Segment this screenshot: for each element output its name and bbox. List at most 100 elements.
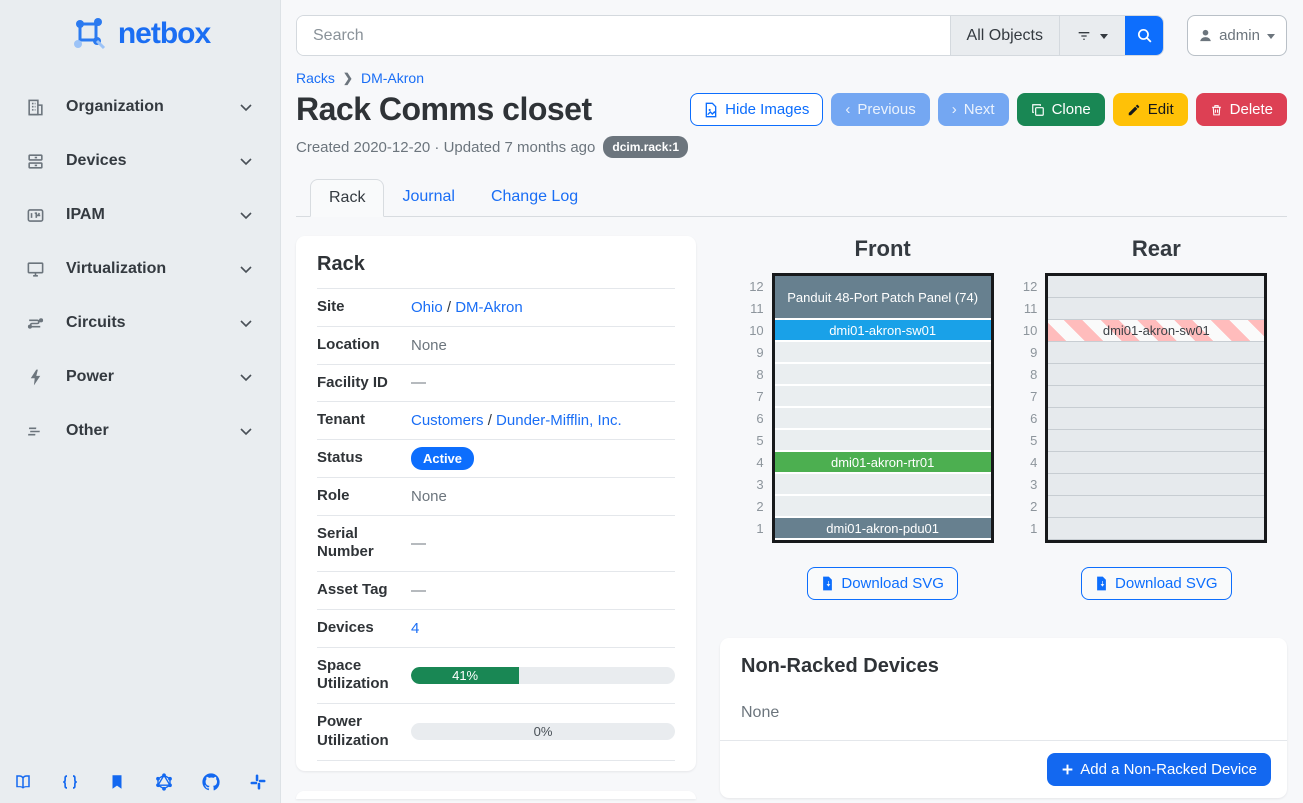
clone-label: Clone — [1052, 101, 1091, 118]
site-link[interactable]: Ohio — [411, 299, 443, 316]
sidebar-item-virtualization[interactable]: Virtualization — [0, 242, 280, 296]
docs-book-icon[interactable] — [14, 773, 32, 791]
sidebar-item-label: Organization — [66, 98, 238, 116]
attr-label: Location — [317, 336, 411, 355]
graphql-icon[interactable] — [155, 773, 173, 791]
unit-number: 1 — [740, 518, 764, 540]
user-icon — [1198, 28, 1213, 43]
next-card-partial — [296, 791, 696, 799]
attr-label: Space Utilization — [317, 657, 411, 695]
empty-rack-unit[interactable] — [1048, 386, 1264, 408]
tab-change-log[interactable]: Change Log — [473, 179, 596, 217]
add-non-racked-device-button[interactable]: Add a Non-Racked Device — [1047, 753, 1271, 786]
github-icon[interactable] — [202, 773, 220, 791]
empty-rack-unit[interactable] — [775, 364, 991, 386]
empty-rack-unit[interactable] — [775, 474, 991, 496]
empty-rack-unit[interactable] — [1048, 364, 1264, 386]
sidebar-footer-links — [0, 773, 280, 791]
empty-rack-unit[interactable] — [775, 496, 991, 518]
sidebar: netbox Organization Devices — [0, 0, 281, 803]
slack-icon[interactable] — [249, 773, 267, 791]
empty-rack-unit[interactable] — [775, 408, 991, 430]
sidebar-item-circuits[interactable]: Circuits — [0, 296, 280, 350]
rack-info-card: Rack Site Ohio / DM-Akron Location None — [296, 236, 696, 771]
rack-device-dmi01-akron-sw01[interactable]: dmi01-akron-sw01 — [1048, 320, 1264, 342]
search-input[interactable] — [297, 16, 950, 55]
global-search: All Objects — [296, 15, 1164, 56]
main-content: All Objects admin Racks ❯ DM-Akron — [281, 0, 1303, 803]
unit-number: 6 — [740, 408, 764, 430]
devices-count-link[interactable]: 4 — [411, 620, 419, 637]
attr-label: Role — [317, 487, 411, 506]
site-group-link[interactable]: DM-Akron — [455, 299, 523, 316]
sidebar-item-other[interactable]: Other — [0, 404, 280, 458]
empty-rack-unit[interactable] — [775, 342, 991, 364]
empty-rack-unit[interactable] — [1048, 298, 1264, 320]
chevron-down-icon — [238, 423, 254, 439]
action-buttons: Hide Images ‹ Previous › Next Clone Edit — [690, 93, 1287, 126]
next-label: Next — [964, 101, 995, 118]
previous-button[interactable]: ‹ Previous — [831, 93, 929, 126]
tenant-link[interactable]: Dunder-Mifflin, Inc. — [496, 412, 622, 429]
power-icon — [26, 367, 46, 387]
front-download-svg-button[interactable]: Download SVG — [807, 567, 958, 600]
tab-bar: Rack Journal Change Log — [296, 179, 1287, 217]
empty-rack-unit[interactable] — [1048, 342, 1264, 364]
rack-device-dmi01-akron-sw01[interactable]: dmi01-akron-sw01 — [775, 320, 991, 342]
unit-number: 6 — [1013, 408, 1037, 430]
breadcrumb-dm-akron-link[interactable]: DM-Akron — [361, 70, 424, 86]
unit-number: 4 — [740, 452, 764, 474]
hide-images-button[interactable]: Hide Images — [690, 93, 823, 126]
tenant-group-link[interactable]: Customers — [411, 412, 484, 429]
api-braces-icon[interactable] — [61, 773, 79, 791]
empty-rack-unit[interactable] — [1048, 518, 1264, 540]
bookmark-icon[interactable] — [108, 773, 126, 791]
separator: / — [447, 299, 451, 316]
rack-device-dmi01-akron-rtr01[interactable]: dmi01-akron-rtr01 — [775, 452, 991, 474]
sidebar-item-ipam[interactable]: IPAM — [0, 188, 280, 242]
search-filter-button[interactable] — [1059, 16, 1125, 55]
empty-rack-unit[interactable] — [1048, 474, 1264, 496]
status-badge: Active — [411, 447, 474, 470]
user-label: admin — [1219, 27, 1260, 44]
delete-button[interactable]: Delete — [1196, 93, 1287, 126]
search-submit-button[interactable] — [1125, 16, 1163, 55]
empty-rack-unit[interactable] — [1048, 276, 1264, 298]
netbox-logo[interactable]: netbox — [0, 10, 280, 56]
rear-download-svg-button[interactable]: Download SVG — [1081, 567, 1232, 600]
user-menu-button[interactable]: admin — [1187, 15, 1287, 56]
facility-id-value: — — [411, 374, 675, 391]
rack-device-panduit-48-port-patch-panel-74-[interactable]: Panduit 48-Port Patch Panel (74) — [775, 276, 991, 320]
empty-rack-unit[interactable] — [775, 386, 991, 408]
empty-rack-unit[interactable] — [1048, 452, 1264, 474]
delete-label: Delete — [1230, 101, 1273, 118]
empty-rack-unit[interactable] — [1048, 496, 1264, 518]
caret-down-icon — [1266, 31, 1276, 41]
next-button[interactable]: › Next — [938, 93, 1009, 126]
space-utilization-bar: 41% — [411, 667, 675, 684]
sidebar-item-power[interactable]: Power — [0, 350, 280, 404]
chevron-right-icon: › — [952, 101, 957, 118]
search-scope-select[interactable]: All Objects — [950, 16, 1059, 55]
clone-button[interactable]: Clone — [1017, 93, 1105, 126]
empty-rack-unit[interactable] — [1048, 408, 1264, 430]
sidebar-item-organization[interactable]: Organization — [0, 80, 280, 134]
unit-number: 8 — [740, 364, 764, 386]
chevron-down-icon — [238, 207, 254, 223]
empty-rack-unit[interactable] — [775, 430, 991, 452]
tab-journal[interactable]: Journal — [384, 179, 472, 217]
rear-unit-numbers: 121110987654321 — [1013, 273, 1037, 543]
virtualization-icon — [26, 259, 46, 279]
rack-device-dmi01-akron-pdu01[interactable]: dmi01-akron-pdu01 — [775, 518, 991, 540]
attr-row-tenant: Tenant Customers / Dunder-Mifflin, Inc. — [317, 401, 675, 439]
empty-rack-unit[interactable] — [1048, 430, 1264, 452]
breadcrumb-racks-link[interactable]: Racks — [296, 70, 335, 86]
edit-button[interactable]: Edit — [1113, 93, 1188, 126]
tab-rack[interactable]: Rack — [310, 179, 384, 217]
unit-number: 8 — [1013, 364, 1037, 386]
circuits-icon — [26, 313, 46, 333]
sidebar-item-devices[interactable]: Devices — [0, 134, 280, 188]
ipam-icon — [26, 205, 46, 225]
search-icon — [1136, 27, 1153, 44]
previous-label: Previous — [857, 101, 915, 118]
